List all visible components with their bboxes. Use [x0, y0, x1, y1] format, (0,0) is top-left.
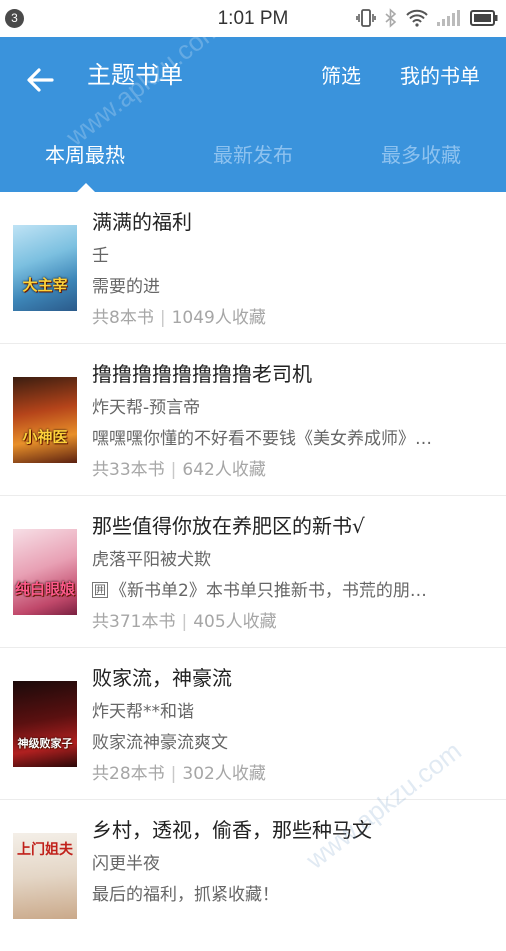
cover-title: 纯白眼娘 [14, 580, 75, 598]
status-icons [356, 8, 498, 28]
fav-count: 302人收藏 [182, 764, 266, 784]
booklist-title: 败家流，神豪流 [92, 666, 232, 690]
booklist-stats: 共371本书 | 405人收藏 [92, 612, 277, 632]
status-bar: 3 1:01 PM [0, 0, 506, 37]
booklist-author: 炸天帮**和谐 [92, 702, 194, 722]
cover-title: 神级败家子 [17, 737, 73, 750]
booklist-title: 那些值得你放在养肥区的新书√ [92, 514, 365, 538]
booklist-author: 炸天帮-预言帝 [92, 398, 201, 418]
new-tag: 囲 [92, 582, 109, 598]
book-cover: 大主宰 [13, 225, 77, 311]
booklist-desc: 嘿嘿嘿你懂的不好看不要钱《美女养成师》… [92, 429, 432, 449]
battery-icon [470, 10, 498, 26]
book-count: 共28本书 [92, 764, 165, 784]
wifi-icon [406, 9, 428, 27]
book-count: 共371本书 [92, 612, 176, 632]
app-bar: 主题书单 筛选 我的书单 本周最热 最新发布 最多收藏 www.apkzu.co… [0, 12, 506, 193]
filter-button[interactable]: 筛选 [321, 63, 361, 89]
tab-most-favorited[interactable]: 最多收藏 [346, 142, 496, 168]
booklist-author: 虎落平阳被犬欺 [92, 550, 211, 570]
booklist-title: 撸撸撸撸撸撸撸撸老司机 [92, 362, 312, 386]
signal-icon [437, 10, 460, 26]
booklist-desc: 败家流神豪流爽文 [92, 733, 228, 753]
booklist-desc: 最后的福利，抓紧收藏！ [92, 885, 279, 905]
booklist-title: 满满的福利 [92, 210, 192, 234]
cover-title: 小神医 [22, 428, 68, 446]
vibrate-icon [356, 9, 376, 27]
booklist-author: 闪更半夜 [92, 854, 160, 874]
book-count: 共33本书 [92, 460, 165, 480]
booklist-desc: 需要的进 [92, 277, 160, 297]
list-item[interactable]: 神级败家子 败家流，神豪流 炸天帮**和谐 败家流神豪流爽文 共28本书 | 302… [0, 648, 506, 800]
book-cover: 小神医 [13, 377, 77, 463]
booklist-stats: 共8本书 | 1049人收藏 [92, 308, 266, 328]
booklist-stats: 共28本书 | 302人收藏 [92, 764, 266, 784]
book-list: 大主宰 满满的福利 壬 需要的进 共8本书 | 1049人收藏 小神医 撸撸撸撸撸撸… [0, 192, 506, 951]
list-item[interactable]: 大主宰 满满的福利 壬 需要的进 共8本书 | 1049人收藏 [0, 192, 506, 344]
list-item[interactable]: 上门姐夫 乡村，透视，偷香，那些种马文 闪更半夜 最后的福利，抓紧收藏！ [0, 800, 506, 951]
book-cover: 神级败家子 [13, 681, 77, 767]
book-cover: 纯白眼娘 [13, 529, 77, 615]
booklist-stats: 共33本书 | 642人收藏 [92, 460, 266, 480]
my-lists-button[interactable]: 我的书单 [400, 63, 480, 89]
back-arrow-icon[interactable] [24, 64, 56, 96]
fav-count: 1049人收藏 [171, 308, 266, 328]
fav-count: 405人收藏 [193, 612, 277, 632]
cover-title: 大主宰 [22, 276, 68, 294]
book-count: 共8本书 [92, 308, 154, 328]
tab-bar: 本周最热 最新发布 最多收藏 [0, 130, 506, 193]
booklist-desc-text: 《新书单2》本书单只推新书，书荒的朋… [110, 581, 427, 601]
page-title: 主题书单 [87, 61, 183, 89]
book-cover: 上门姐夫 [13, 833, 77, 919]
list-item[interactable]: 小神医 撸撸撸撸撸撸撸撸老司机 炸天帮-预言帝 嘿嘿嘿你懂的不好看不要钱《美女养… [0, 344, 506, 496]
cover-title: 上门姐夫 [17, 842, 73, 858]
list-item[interactable]: 纯白眼娘 那些值得你放在养肥区的新书√ 虎落平阳被犬欺 囲《新书单2》本书单只推… [0, 496, 506, 648]
booklist-title: 乡村，透视，偷香，那些种马文 [92, 818, 372, 842]
booklist-desc: 囲《新书单2》本书单只推新书，书荒的朋… [92, 576, 490, 601]
tab-latest[interactable]: 最新发布 [178, 142, 328, 168]
booklist-author: 壬 [92, 246, 109, 266]
bluetooth-icon [385, 8, 397, 28]
fav-count: 642人收藏 [182, 460, 266, 480]
tab-weekly-hot[interactable]: 本周最热 [10, 142, 160, 168]
